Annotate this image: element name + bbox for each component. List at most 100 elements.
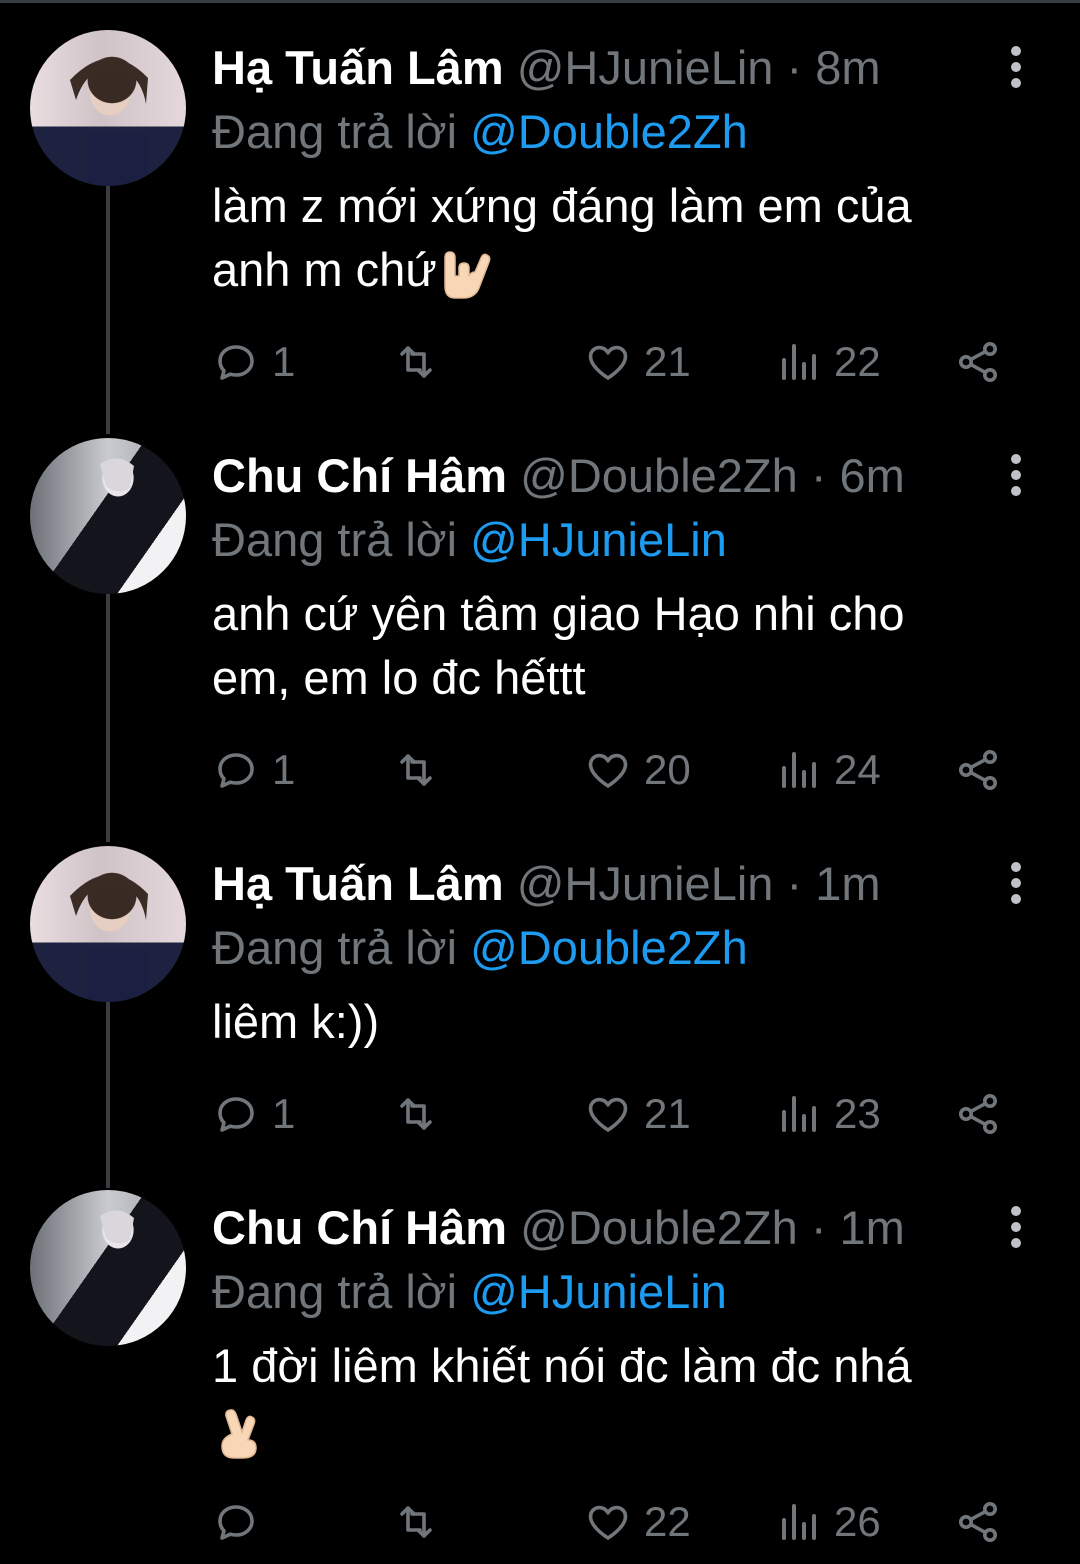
reply-count: 1 <box>272 746 296 793</box>
replying-to: Đang trả lời @HJunieLin <box>212 510 727 570</box>
retweet-button[interactable] <box>392 740 452 800</box>
replying-to: Đang trả lời @Double2Zh <box>212 102 748 162</box>
reply-button[interactable] <box>212 1492 272 1552</box>
views-count: 23 <box>834 1090 881 1137</box>
share-icon <box>959 342 997 382</box>
like-count: 20 <box>644 746 691 793</box>
retweet-icon <box>400 754 432 786</box>
tweet-header: Hạ Tuấn Lâm @HJunieLin · 8m <box>212 38 880 98</box>
replying-to: Đang trả lời @Double2Zh <box>212 918 748 978</box>
like-count: 21 <box>644 1090 691 1137</box>
like-count: 21 <box>644 338 691 385</box>
tweet[interactable]: Chu Chí Hâm @Double2Zh · 1m Đang trả lời… <box>0 1190 1080 1564</box>
retweet-button[interactable] <box>392 1084 452 1144</box>
replying-to: Đang trả lời @HJunieLin <box>212 1262 727 1322</box>
views-count: 22 <box>834 338 881 385</box>
reply-icon <box>218 753 254 788</box>
tweet-actions: 1 21 22 <box>212 332 1012 392</box>
tweet-text: làm z mới xứng đáng làm em của anh m chứ <box>212 174 1042 302</box>
retweet-icon <box>400 1506 432 1538</box>
share-icon <box>959 1502 997 1542</box>
timestamp[interactable]: · 6m <box>811 449 905 502</box>
views-button[interactable]: 23 <box>774 1084 881 1144</box>
more-options-icon[interactable] <box>1002 856 1030 916</box>
views-button[interactable]: 24 <box>774 740 881 800</box>
reply-button[interactable]: 1 <box>212 740 295 800</box>
tweet-text: 1 đời liêm khiết nói đc làm đc nhá <box>212 1334 1042 1462</box>
avatar[interactable] <box>30 438 186 594</box>
replying-prefix: Đang trả lời <box>212 1265 458 1318</box>
like-button[interactable]: 21 <box>584 332 691 392</box>
heart-icon <box>588 345 628 380</box>
tweet-text-line: anh m chứ <box>212 243 437 296</box>
tweet-actions: 1 21 23 <box>212 1084 1012 1144</box>
reply-button[interactable]: 1 <box>212 1084 295 1144</box>
share-button[interactable] <box>954 1492 1014 1552</box>
mention-link[interactable]: @HJunieLin <box>470 1265 727 1318</box>
tweet-header: Hạ Tuấn Lâm @HJunieLin · 1m <box>212 854 880 914</box>
display-name[interactable]: Chu Chí Hâm <box>212 449 507 502</box>
avatar[interactable] <box>30 30 186 186</box>
share-button[interactable] <box>954 332 1014 392</box>
mention-link[interactable]: @Double2Zh <box>470 105 748 158</box>
retweet-button[interactable] <box>392 332 452 392</box>
mention-link[interactable]: @Double2Zh <box>470 921 748 974</box>
like-button[interactable]: 21 <box>584 1084 691 1144</box>
views-button[interactable]: 22 <box>774 332 881 392</box>
retweet-icon <box>400 346 432 378</box>
tweet-actions: 22 26 <box>212 1492 1012 1552</box>
avatar[interactable] <box>30 846 186 1002</box>
tweet-text: liêm k:)) <box>212 990 1042 1054</box>
user-handle[interactable]: @HJunieLin <box>517 41 774 94</box>
views-icon <box>782 344 816 380</box>
share-button[interactable] <box>954 740 1014 800</box>
tweet[interactable]: Hạ Tuấn Lâm @HJunieLin · 8m Đang trả lời… <box>0 30 1080 410</box>
views-button[interactable]: 26 <box>774 1492 881 1552</box>
retweet-button[interactable] <box>392 1492 452 1552</box>
heart-icon <box>588 1505 628 1540</box>
share-icon <box>959 1094 997 1134</box>
timestamp[interactable]: · 8m <box>786 41 880 94</box>
reply-count: 1 <box>272 338 296 385</box>
views-icon <box>782 752 816 788</box>
tweet[interactable]: Chu Chí Hâm @Double2Zh · 6m Đang trả lời… <box>0 438 1080 818</box>
timestamp[interactable]: · 1m <box>786 857 880 910</box>
views-icon <box>782 1096 816 1132</box>
share-button[interactable] <box>954 1084 1014 1144</box>
user-handle[interactable]: @Double2Zh <box>520 1201 798 1254</box>
display-name[interactable]: Hạ Tuấn Lâm <box>212 857 504 910</box>
retweet-icon <box>400 1098 432 1130</box>
tweet-text-line: em, em lo đc hếttt <box>212 651 586 704</box>
tweet-text-line: anh cứ yên tâm giao Hạo nhi cho <box>212 587 905 640</box>
tweet-text-line: 1 đời liêm khiết nói đc làm đc nhá <box>212 1339 912 1392</box>
heart-icon <box>588 1097 628 1132</box>
reply-icon <box>218 1505 254 1540</box>
tweet-text-line: liêm k:)) <box>212 995 380 1048</box>
like-button[interactable]: 22 <box>584 1492 691 1552</box>
user-handle[interactable]: @Double2Zh <box>520 449 798 502</box>
love-you-gesture-icon <box>444 250 491 299</box>
more-options-icon[interactable] <box>1002 40 1030 100</box>
avatar[interactable] <box>30 1190 186 1346</box>
tweet[interactable]: Hạ Tuấn Lâm @HJunieLin · 1m Đang trả lời… <box>0 846 1080 1156</box>
more-options-icon[interactable] <box>1002 1200 1030 1260</box>
tweet-text: anh cứ yên tâm giao Hạo nhi cho em, em l… <box>212 582 1042 710</box>
display-name[interactable]: Hạ Tuấn Lâm <box>212 41 504 94</box>
like-count: 22 <box>644 1498 691 1545</box>
mention-link[interactable]: @HJunieLin <box>470 513 727 566</box>
views-icon <box>782 1504 816 1540</box>
reply-icon <box>218 345 254 380</box>
tweet-text-line-2 <box>212 1398 1042 1462</box>
more-options-icon[interactable] <box>1002 448 1030 508</box>
heart-icon <box>588 753 628 788</box>
share-icon <box>959 750 997 790</box>
user-handle[interactable]: @HJunieLin <box>517 857 774 910</box>
timestamp[interactable]: · 1m <box>811 1201 905 1254</box>
like-button[interactable]: 20 <box>584 740 691 800</box>
views-count: 24 <box>834 746 881 793</box>
reply-icon <box>218 1097 254 1132</box>
reply-button[interactable]: 1 <box>212 332 295 392</box>
tweet-actions: 1 20 24 <box>212 740 1012 800</box>
top-divider <box>0 0 1080 3</box>
display-name[interactable]: Chu Chí Hâm <box>212 1201 507 1254</box>
